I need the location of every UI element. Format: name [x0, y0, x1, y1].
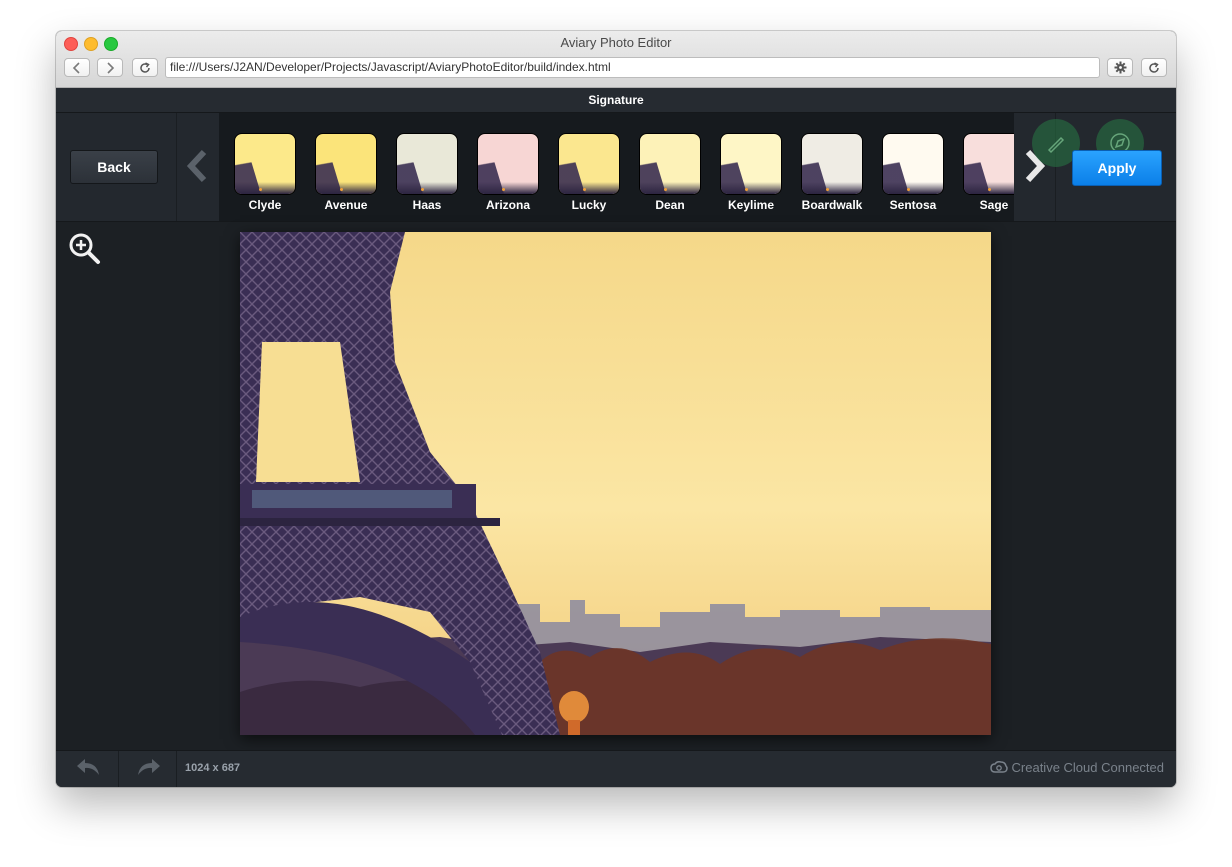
filter-preview-image: [801, 133, 863, 195]
status-bar: 1024 x 687 Creative Cloud Connected: [56, 750, 1176, 787]
eiffel-tower-photo: [240, 232, 991, 735]
gear-icon: [1114, 61, 1126, 74]
page-reload-button[interactable]: [1141, 58, 1167, 77]
browser-window: Aviary Photo Editor file:///Users/J2AN/D…: [56, 31, 1176, 787]
reload-icon: [140, 62, 150, 73]
status-text: Creative Cloud Connected: [1011, 760, 1164, 775]
filter-preview-image: [720, 133, 782, 195]
panel-title: Signature: [56, 88, 1176, 113]
chevron-right-icon: [107, 62, 115, 74]
filter-preview-image: [639, 133, 701, 195]
filter-thumbnail-boardwalk[interactable]: Boardwalk: [799, 133, 865, 215]
settings-button[interactable]: [1107, 58, 1133, 77]
filter-preview-image: [558, 133, 620, 195]
filter-toolbar: Back Clyde Avenue Haas Arizona Lucky Dean Keyl…: [56, 113, 1176, 222]
creative-cloud-status: Creative Cloud Connected: [989, 760, 1164, 776]
filter-label: Avenue: [324, 198, 368, 212]
filter-preview-image: [234, 133, 296, 195]
browser-titlebar: Aviary Photo Editor file:///Users/J2AN/D…: [56, 31, 1176, 88]
divider: [176, 113, 177, 221]
editor-canvas: [56, 222, 1176, 750]
filter-preview-image: [963, 133, 1014, 195]
image-dimensions: 1024 x 687: [185, 762, 241, 774]
filter-label: Sage: [979, 198, 1009, 212]
filter-thumbnail-arizona[interactable]: Arizona: [475, 133, 541, 215]
filter-thumbnail-keylime[interactable]: Keylime: [718, 133, 784, 215]
chevron-left-icon: [72, 62, 80, 74]
filter-label: Haas: [412, 198, 442, 212]
filter-label: Clyde: [248, 198, 282, 212]
browser-reload-button[interactable]: [132, 58, 158, 77]
url-field[interactable]: file:///Users/J2AN/Developer/Projects/Ja…: [165, 57, 1100, 78]
filter-thumbnail-lucky[interactable]: Lucky: [556, 133, 622, 215]
scroll-left-button[interactable]: [180, 143, 214, 191]
chevron-left-icon: [186, 149, 207, 183]
divider: [118, 751, 119, 787]
filter-label: Sentosa: [889, 198, 937, 212]
filter-preview-image: [396, 133, 458, 195]
redo-button[interactable]: [134, 757, 164, 781]
filter-thumbnail-dean[interactable]: Dean: [637, 133, 703, 215]
filter-preview-image: [477, 133, 539, 195]
browser-forward-button[interactable]: [97, 58, 123, 77]
filter-thumbnail-sage[interactable]: Sage: [961, 133, 1014, 215]
filter-strip: Clyde Avenue Haas Arizona Lucky Dean Keylime Bo…: [219, 113, 1014, 221]
redo-icon: [138, 759, 160, 775]
filter-label: Arizona: [485, 198, 530, 212]
undo-button[interactable]: [73, 757, 103, 781]
reload-icon: [1149, 62, 1159, 73]
filter-preview-image: [315, 133, 377, 195]
filter-label: Dean: [655, 198, 685, 212]
filter-thumbnail-clyde[interactable]: Clyde: [232, 133, 298, 215]
zoom-in-icon[interactable]: [68, 232, 102, 266]
browser-back-button[interactable]: [64, 58, 90, 77]
creative-cloud-icon: [989, 761, 1008, 776]
filter-thumbnail-avenue[interactable]: Avenue: [313, 133, 379, 215]
divider: [176, 751, 177, 787]
filter-label: Lucky: [571, 198, 607, 212]
photo-preview[interactable]: [240, 232, 991, 735]
filter-label: Boardwalk: [801, 198, 863, 212]
window-title: Aviary Photo Editor: [560, 35, 672, 50]
filter-label: Keylime: [727, 198, 775, 212]
filter-thumbnail-sentosa[interactable]: Sentosa: [880, 133, 946, 215]
filter-thumbnail-haas[interactable]: Haas: [394, 133, 460, 215]
back-button[interactable]: Back: [70, 150, 158, 184]
apply-button[interactable]: Apply: [1072, 150, 1162, 186]
filter-preview-image: [882, 133, 944, 195]
undo-icon: [77, 759, 99, 775]
